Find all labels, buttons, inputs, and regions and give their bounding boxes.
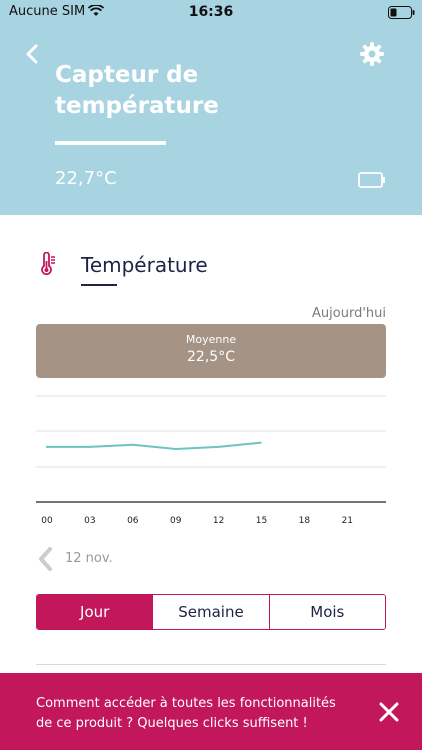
average-label: Moyenne	[185, 333, 237, 346]
current-temperature: 22,7°C	[55, 168, 117, 189]
x-tick-label: 09	[170, 516, 182, 526]
divider	[36, 664, 386, 665]
battery-icon	[388, 6, 415, 19]
segment-day[interactable]: Jour	[37, 595, 153, 629]
device-battery-icon	[358, 172, 385, 188]
info-banner[interactable]: Comment accéder à toutes les fonctionnal…	[0, 673, 422, 750]
segment-month[interactable]: Mois	[268, 595, 385, 629]
status-time: 16:36	[188, 4, 234, 20]
average-box: Moyenne 22,5°C	[36, 324, 386, 378]
segment-week[interactable]: Semaine	[152, 595, 269, 629]
x-tick-label: 03	[84, 516, 95, 526]
period-label: Aujourd'hui	[312, 306, 386, 321]
average-value: 22,5°C	[187, 349, 235, 365]
x-tick-label: 06	[127, 516, 139, 526]
page-title: Capteur de température	[55, 62, 219, 119]
gear-icon[interactable]	[359, 41, 385, 67]
chevron-left-icon	[39, 547, 52, 571]
header: Capteur de température 22,7°C	[0, 24, 422, 215]
close-icon[interactable]	[378, 701, 400, 723]
x-tick-label: 18	[299, 516, 311, 526]
thermometer-icon	[41, 252, 55, 276]
x-tick-label: 00	[41, 516, 53, 526]
status-bar: Aucune SIM 16:36	[0, 0, 422, 24]
section-underline	[81, 284, 117, 286]
previous-date-label: 12 nov.	[65, 551, 113, 566]
series-line	[46, 441, 262, 450]
x-tick-label: 21	[342, 516, 353, 526]
temperature-chart: 00 03 06 09 12 15 18 21	[36, 395, 386, 526]
period-selector: Jour Semaine Mois	[36, 594, 386, 630]
back-chevron-icon[interactable]	[22, 43, 44, 65]
title-underline	[55, 141, 166, 145]
banner-text: Comment accéder à toutes les fonctionnal…	[36, 696, 336, 731]
x-tick-label: 12	[213, 516, 224, 526]
x-tick-label: 15	[256, 516, 267, 526]
section-title: Température	[81, 253, 208, 277]
previous-day-button[interactable]: 12 nov.	[36, 546, 126, 572]
